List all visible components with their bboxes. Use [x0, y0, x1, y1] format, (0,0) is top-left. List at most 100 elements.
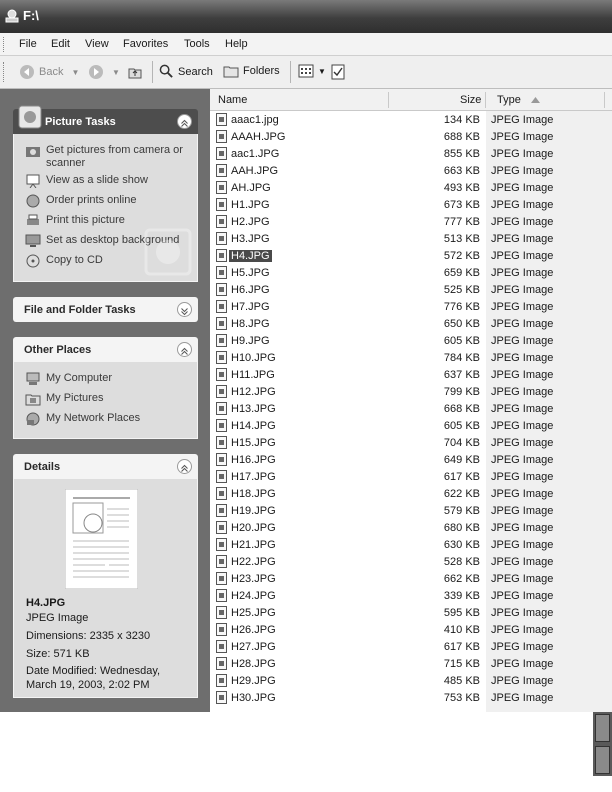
- file-name[interactable]: AH.JPG: [231, 182, 271, 194]
- file-name[interactable]: H25.JPG: [231, 607, 276, 619]
- file-name[interactable]: AAAH.JPG: [231, 131, 285, 143]
- file-row[interactable]: H23.JPG 662 KB JPEG Image: [210, 571, 612, 588]
- file-name[interactable]: H10.JPG: [231, 352, 276, 364]
- file-row[interactable]: H30.JPG 753 KB JPEG Image: [210, 690, 612, 707]
- scroll-button[interactable]: [595, 714, 610, 742]
- file-name[interactable]: H19.JPG: [231, 505, 276, 517]
- search-button[interactable]: Search: [159, 64, 213, 79]
- file-name[interactable]: H26.JPG: [231, 624, 276, 636]
- file-row[interactable]: H14.JPG 605 KB JPEG Image: [210, 418, 612, 435]
- column-divider[interactable]: [604, 92, 605, 108]
- file-row[interactable]: aac1.JPG 855 KB JPEG Image: [210, 146, 612, 163]
- folders-button[interactable]: Folders: [223, 64, 280, 78]
- file-row[interactable]: H3.JPG 513 KB JPEG Image: [210, 231, 612, 248]
- file-row[interactable]: H26.JPG 410 KB JPEG Image: [210, 622, 612, 639]
- file-name[interactable]: H18.JPG: [231, 488, 276, 500]
- up-folder-button[interactable]: [127, 64, 147, 80]
- forward-button[interactable]: ▼: [88, 64, 120, 80]
- column-header-type[interactable]: Type: [497, 94, 521, 106]
- other-places-header[interactable]: Other Places: [13, 337, 198, 362]
- task-slide-show[interactable]: View as a slide show: [25, 174, 148, 188]
- file-name[interactable]: aaac1.jpg: [231, 114, 279, 126]
- file-name[interactable]: AAH.JPG: [231, 165, 278, 177]
- column-divider[interactable]: [485, 92, 486, 108]
- file-row[interactable]: H29.JPG 485 KB JPEG Image: [210, 673, 612, 690]
- file-row[interactable]: H15.JPG 704 KB JPEG Image: [210, 435, 612, 452]
- file-row[interactable]: H1.JPG 673 KB JPEG Image: [210, 197, 612, 214]
- file-name[interactable]: H21.JPG: [231, 539, 276, 551]
- file-row[interactable]: H4.JPG 572 KB JPEG Image: [210, 248, 612, 265]
- file-row[interactable]: AAH.JPG 663 KB JPEG Image: [210, 163, 612, 180]
- task-get-pictures[interactable]: Get pictures from camera or scanner: [25, 144, 197, 170]
- file-row[interactable]: H9.JPG 605 KB JPEG Image: [210, 333, 612, 350]
- collapse-chevron-icon[interactable]: [177, 342, 192, 357]
- menu-favorites[interactable]: Favorites: [123, 38, 168, 50]
- menu-help[interactable]: Help: [225, 38, 248, 50]
- title-bar[interactable]: F:\: [0, 0, 612, 33]
- menu-tools[interactable]: Tools: [184, 38, 210, 50]
- file-row[interactable]: H6.JPG 525 KB JPEG Image: [210, 282, 612, 299]
- file-row[interactable]: H11.JPG 637 KB JPEG Image: [210, 367, 612, 384]
- file-row[interactable]: H18.JPG 622 KB JPEG Image: [210, 486, 612, 503]
- file-name[interactable]: H17.JPG: [231, 471, 276, 483]
- file-name[interactable]: H28.JPG: [231, 658, 276, 670]
- file-name[interactable]: H30.JPG: [231, 692, 276, 704]
- file-row[interactable]: H21.JPG 630 KB JPEG Image: [210, 537, 612, 554]
- file-name[interactable]: H16.JPG: [231, 454, 276, 466]
- place-my-computer[interactable]: My Computer: [25, 372, 112, 386]
- file-name[interactable]: H3.JPG: [231, 233, 270, 245]
- file-row[interactable]: H22.JPG 528 KB JPEG Image: [210, 554, 612, 571]
- file-row[interactable]: H16.JPG 649 KB JPEG Image: [210, 452, 612, 469]
- file-row[interactable]: H24.JPG 339 KB JPEG Image: [210, 588, 612, 605]
- file-name[interactable]: H12.JPG: [231, 386, 276, 398]
- back-button[interactable]: Back ▼: [19, 64, 79, 80]
- file-row[interactable]: H12.JPG 799 KB JPEG Image: [210, 384, 612, 401]
- forward-dropdown-icon[interactable]: ▼: [112, 68, 120, 77]
- file-name[interactable]: H29.JPG: [231, 675, 276, 687]
- details-header[interactable]: Details: [13, 454, 198, 479]
- collapse-chevron-icon[interactable]: [177, 459, 192, 474]
- views-dropdown-icon[interactable]: ▼: [318, 67, 326, 76]
- menu-edit[interactable]: Edit: [51, 38, 70, 50]
- file-name[interactable]: H11.JPG: [231, 369, 275, 381]
- properties-button[interactable]: [331, 64, 349, 80]
- file-row[interactable]: H28.JPG 715 KB JPEG Image: [210, 656, 612, 673]
- file-row[interactable]: H5.JPG 659 KB JPEG Image: [210, 265, 612, 282]
- file-row[interactable]: H27.JPG 617 KB JPEG Image: [210, 639, 612, 656]
- task-order-prints[interactable]: Order prints online: [25, 194, 137, 208]
- menu-file[interactable]: File: [19, 38, 37, 50]
- file-name[interactable]: H9.JPG: [231, 335, 270, 347]
- file-name[interactable]: H24.JPG: [231, 590, 276, 602]
- file-name[interactable]: H2.JPG: [231, 216, 270, 228]
- file-name[interactable]: H8.JPG: [231, 318, 270, 330]
- file-folder-tasks-header[interactable]: File and Folder Tasks: [13, 297, 198, 322]
- file-name[interactable]: H6.JPG: [231, 284, 270, 296]
- column-header-size[interactable]: Size: [460, 94, 481, 106]
- file-name[interactable]: H7.JPG: [231, 301, 270, 313]
- place-my-pictures[interactable]: My Pictures: [25, 392, 103, 406]
- column-header-name[interactable]: Name: [218, 94, 247, 106]
- file-row[interactable]: aaac1.jpg 134 KB JPEG Image: [210, 112, 612, 129]
- file-row[interactable]: H7.JPG 776 KB JPEG Image: [210, 299, 612, 316]
- file-name[interactable]: H27.JPG: [231, 641, 276, 653]
- expand-chevron-icon[interactable]: [177, 302, 192, 317]
- file-name[interactable]: H23.JPG: [231, 573, 276, 585]
- task-print-picture[interactable]: Print this picture: [25, 214, 125, 228]
- file-row[interactable]: H2.JPG 777 KB JPEG Image: [210, 214, 612, 231]
- file-name[interactable]: H15.JPG: [231, 437, 276, 449]
- file-row[interactable]: H17.JPG 617 KB JPEG Image: [210, 469, 612, 486]
- file-row[interactable]: H25.JPG 595 KB JPEG Image: [210, 605, 612, 622]
- file-row[interactable]: AAAH.JPG 688 KB JPEG Image: [210, 129, 612, 146]
- column-divider[interactable]: [388, 92, 389, 108]
- file-row[interactable]: H19.JPG 579 KB JPEG Image: [210, 503, 612, 520]
- file-row[interactable]: H8.JPG 650 KB JPEG Image: [210, 316, 612, 333]
- file-name[interactable]: H14.JPG: [231, 420, 276, 432]
- image-thumbnail[interactable]: [65, 489, 138, 589]
- file-name[interactable]: H20.JPG: [231, 522, 276, 534]
- file-name[interactable]: aac1.JPG: [231, 148, 279, 160]
- file-name[interactable]: H22.JPG: [231, 556, 276, 568]
- views-button[interactable]: ▼: [298, 64, 326, 78]
- file-row[interactable]: H10.JPG 784 KB JPEG Image: [210, 350, 612, 367]
- scrollbar-fragment[interactable]: [593, 712, 612, 776]
- back-dropdown-icon[interactable]: ▼: [71, 68, 79, 77]
